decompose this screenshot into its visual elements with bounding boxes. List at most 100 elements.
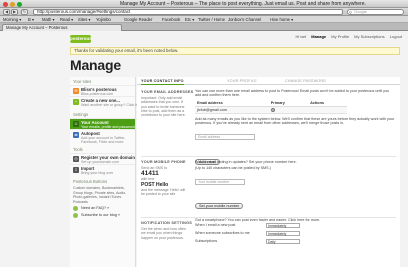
phone-column: Want to start texting in updates? Set yo… [195,160,395,222]
nav-manage-link[interactable]: Manage [311,34,326,39]
autopost-icon: ⇄ [73,132,79,138]
window-title: Manage My Account – Posterous – The plac… [120,1,366,7]
phone-intro: Want to start texting in updates? Set yo… [195,160,297,164]
faq-link-label: Need an FAQ? » [81,206,110,210]
sidebar-item-domain[interactable]: ◎ Register your own domain Set up yourdo… [70,153,135,164]
bookmark-item[interactable]: Jonbox's Channel [228,16,261,23]
logout-link[interactable]: Logout [390,34,402,39]
import-icon: ⇩ [73,167,79,173]
address-bar[interactable]: http://posterous.com/manage/#settings/co… [33,9,343,15]
tab-manage-account[interactable]: Manage My Account – Posterous [2,24,122,31]
add-email-help: Add as many emails as you like to the sy… [195,116,395,126]
tab-profile[interactable]: YOUR PROFILE [227,77,257,85]
browser-toolbar: ◀ ▶ ↻ http://posterous.com/manage/#setti… [0,8,408,16]
notify-select[interactable]: Immediately [266,231,301,236]
notify-select[interactable]: Immediately [266,223,301,228]
set-mobile-row: Set your mobile number [195,194,395,212]
close-window-button[interactable] [3,1,8,7]
add-email-row: Email address [195,129,395,147]
sidebar-item-autopost[interactable]: ⇄ Autopost Add your account to Twitter, … [70,129,135,144]
email-cell: jtvlub@gmail.com [195,106,269,114]
sidebar-heading-settings: Settings [73,112,89,117]
bookmark-item[interactable]: Yojimbo [96,16,111,23]
bookmark-item[interactable]: Hive home ▾ [270,16,293,23]
globe-icon: ◎ [73,156,79,162]
tab-change-password[interactable]: CHANGE PASSWORD [285,77,326,85]
notify-label: When someone subscribes to me [195,231,250,236]
sidebar-item-sub: Bring your blog over [81,171,114,175]
sidebar-item-create-site[interactable]: + Create a new one... Want another site … [70,96,144,107]
reload-icon[interactable]: ↻ [21,9,28,15]
subscribe-link-label: Subscribe to our blog » [81,213,121,217]
shortcode: 41411 [141,170,159,178]
plus-icon: + [73,99,79,105]
sidebar-item-import[interactable]: ⇩ Import Bring your blog over [70,164,135,175]
sidebar-item-your-account[interactable]: ☺ Your Account Your emails, profile and … [70,118,135,129]
email-section-label: YOUR EMAIL ADDRESSES [141,90,194,94]
email-desc-text: Important: Only add email addresses that… [141,96,186,118]
bookmark-item[interactable]: Etc ▾ [185,16,194,23]
rss-icon [73,213,78,218]
sidebar: Your sites ✉ Bliss's posterous Bliss.pos… [70,77,144,267]
primary-cell [268,106,309,114]
email-section-desc: Important: Only add email addresses that… [141,96,189,117]
phone-section-desc: Send an SMS to 41411 with text POST Hell… [141,166,189,196]
back-button[interactable]: ◀ [3,9,10,15]
sidebar-item-sub: Add your account to Twitter, Facebook, F… [81,136,126,144]
faq-link[interactable]: Need an FAQ? » [70,205,135,212]
settings-tabs: YOUR CONTACT INFO YOUR PROFILE CHANGE PA… [137,77,400,85]
notify-label: Subscriptions [195,239,218,244]
bookmark-item[interactable]: Morning ▾ [3,16,21,23]
main-panel: YOUR CONTACT INFO YOUR PROFILE CHANGE PA… [137,77,400,267]
phone-help: (Up to 140 characters can be posted by S… [195,166,271,171]
forward-button[interactable]: ▶ [11,9,18,15]
window-titlebar: Manage My Account – Posterous – The plac… [0,0,408,8]
phone-section-label: YOUR MOBILE PHONE [141,160,186,164]
notify-select[interactable]: Daily [266,239,301,244]
bookmark-item[interactable]: Read ▾ [60,16,73,23]
actions-cell [308,106,347,114]
page: Hi tarf Manage My Profile My Subscriptio… [0,31,408,267]
notify-section-desc: Get the when and how often we email you … [141,227,186,240]
bookmarks-bar: Morning ▾ B ▾ Math ▾ Read ▾ Sites ▾ Yoji… [0,16,408,23]
nav-profile-link[interactable]: My Profile [331,34,349,39]
table-row: jtvlub@gmail.com [195,106,347,114]
search-icon: ⚲ [349,10,352,15]
posterous-logo[interactable]: posterous [70,35,92,43]
greeting: Hi tarf [295,34,307,39]
bookmark-item[interactable]: Facebook [162,16,180,23]
bookmark-item[interactable]: Google Reader [124,16,152,23]
email-field[interactable]: Email address [195,134,255,141]
nav-subscriptions-link[interactable]: My Subscriptions [354,34,384,39]
sidebar-buttons-text: Custom domains, Bookmarklets, Group blog… [73,186,127,204]
site-icon: ✉ [73,88,79,94]
phone-input-row: Your mobile number [195,173,395,191]
faq-icon [73,206,78,211]
notify-label: When I email a new post [195,223,236,228]
smartphone-note: Got a smartphone? You can post even fast… [195,217,321,222]
notify-column: When I email a new post Immediately When… [195,223,395,247]
notify-row: When someone subscribes to me Immediatel… [195,231,395,239]
page-title: Manage [70,57,121,73]
sidebar-item-site[interactable]: ✉ Bliss's posterous Bliss.posterous.com [70,85,135,96]
validation-notice: Thanks for validating your email, it's b… [70,47,400,55]
primary-radio[interactable] [270,107,275,112]
search-input[interactable]: Google [347,9,404,15]
sidebar-item-sub: Want another site or group? Click here. [81,103,144,107]
mobile-number-field[interactable]: Your mobile number [195,178,245,185]
tab-contact-info[interactable]: YOUR CONTACT INFO [141,77,184,85]
subscribe-blog-link[interactable]: Subscribe to our blog » [70,212,135,219]
divider [141,217,396,218]
sidebar-heading-buttons: Posterous Buttons [73,179,108,184]
zoom-window-button[interactable] [17,1,22,7]
bookmark-item[interactable]: Twitter / Home [198,16,225,23]
user-icon: ☺ [73,121,79,127]
bookmark-item[interactable]: Sites ▾ [78,16,91,23]
site-top-nav: Hi tarf Manage My Profile My Subscriptio… [291,34,402,39]
minimize-window-button[interactable] [10,1,15,7]
email-table: Email address Primary Actions jtvlub@gma… [195,99,347,114]
bookmark-item[interactable]: B ▾ [28,16,34,23]
notify-row: Subscriptions Daily [195,239,395,247]
bookmark-item[interactable]: Math ▾ [42,16,55,23]
set-mobile-button[interactable]: Set your mobile number [195,202,244,209]
